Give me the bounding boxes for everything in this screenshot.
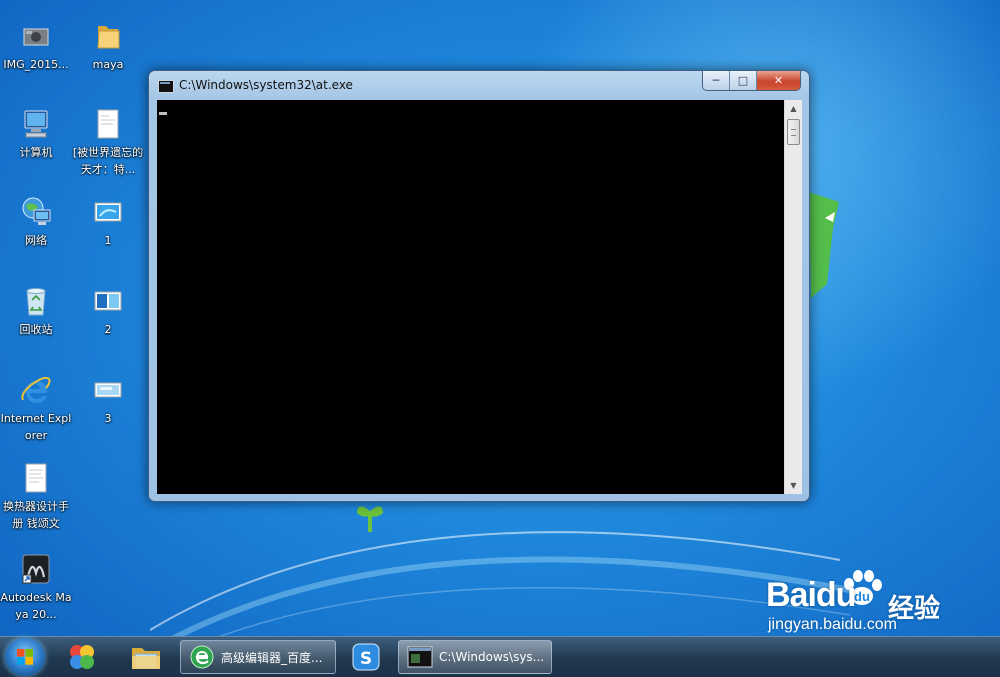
- file-explorer-icon: [132, 648, 160, 669]
- start-button[interactable]: [5, 638, 45, 676]
- window-controls: ─ □ ✕: [702, 71, 801, 91]
- internet-explorer-icon: [20, 374, 52, 406]
- desktop-icon-label: Internet Explorer: [0, 412, 72, 442]
- desktop-icon-heat-exchanger-manual[interactable]: 换热器设计手册 钱颂文: [0, 462, 72, 532]
- desktop-icon-recycle-bin[interactable]: 回收站: [0, 285, 72, 338]
- taskbar-item-console[interactable]: C:\Windows\sys...: [398, 640, 552, 674]
- taskbar-item-browser[interactable]: 高级编辑器_百度...: [180, 640, 336, 674]
- scroll-down-arrow-icon[interactable]: ▼: [785, 477, 802, 494]
- desktop-icon-label: 2: [104, 323, 112, 336]
- image-file-icon: [92, 285, 124, 317]
- wallpaper-green-sprout: [356, 506, 384, 532]
- image-file-icon: [92, 196, 124, 228]
- desktop-icon-label: IMG_2015...: [3, 58, 69, 71]
- window-titlebar[interactable]: C:\Windows\system32\at.exe ─ □ ✕: [149, 71, 809, 100]
- vertical-scrollbar[interactable]: ▲ ▼: [784, 100, 802, 494]
- desktop-icon-label: Autodesk Maya 20...: [0, 591, 72, 621]
- desktop-icon-label: 网络: [25, 234, 47, 247]
- watermark-brand: Baidu: [766, 576, 856, 614]
- desktop-icon-3[interactable]: 3: [72, 374, 144, 427]
- desktop-icon-autodesk-maya[interactable]: Autodesk Maya 20...: [0, 553, 72, 623]
- minimize-button[interactable]: ─: [703, 71, 730, 90]
- desktop-icon-label: [被世界遗忘的天才：特...: [72, 146, 144, 176]
- maya-shortcut-icon: [20, 553, 52, 585]
- console-window[interactable]: C:\Windows\system32\at.exe ─ □ ✕ ▲ ▼: [148, 70, 810, 502]
- desktop-icon-label: 回收站: [19, 323, 53, 336]
- maximize-button[interactable]: □: [730, 71, 757, 90]
- desktop-icon-label: 计算机: [19, 146, 53, 159]
- network-icon: [20, 196, 52, 228]
- baidu-jingyan-watermark: du Baidu 经验 jingyan.baidu.com: [760, 568, 992, 633]
- desktop-icon-label: maya: [92, 58, 124, 71]
- taskbar: 高级编辑器_百度... S C:\Windows\sys...: [0, 636, 1000, 677]
- pinned-app-colorful[interactable]: [56, 639, 108, 675]
- sogou-input-icon: S: [352, 643, 380, 671]
- desktop-icon-label: 换热器设计手册 钱颂文: [3, 500, 69, 530]
- desktop-icon-forgotten-genius-doc[interactable]: [被世界遗忘的天才：特...: [72, 108, 144, 178]
- watermark-url: jingyan.baidu.com: [768, 616, 897, 633]
- colorful-app-icon: [70, 645, 94, 669]
- window-title: C:\Windows\system32\at.exe: [179, 78, 353, 92]
- desktop-icon-img-file[interactable]: IMG_2015...: [0, 20, 72, 73]
- desktop-icon-label: 1: [104, 234, 112, 247]
- document-icon: [92, 108, 124, 140]
- desktop-icon-network[interactable]: 网络: [0, 196, 72, 249]
- desktop-icon-internet-explorer[interactable]: Internet Explorer: [0, 374, 72, 444]
- image-file-icon: [92, 374, 124, 406]
- close-button[interactable]: ✕: [757, 71, 800, 90]
- text-cursor: [159, 112, 167, 115]
- taskbar-item-label: 高级编辑器_百度...: [221, 650, 323, 665]
- recycle-bin-icon: [20, 285, 52, 317]
- pinned-app-explorer[interactable]: [120, 639, 172, 675]
- svg-text:du: du: [854, 589, 870, 604]
- wallpaper-green-flag: [809, 192, 839, 298]
- desktop-icon-label: 3: [104, 412, 112, 425]
- console-taskbar-icon: [407, 645, 433, 669]
- image-file-icon: [20, 20, 52, 52]
- browser-e-icon: [189, 645, 215, 669]
- taskbar-item-label: C:\Windows\sys...: [439, 650, 545, 664]
- scroll-thumb[interactable]: [787, 119, 800, 145]
- folder-icon: [92, 20, 124, 52]
- document-icon: [20, 462, 52, 494]
- pinned-app-sogou[interactable]: S: [340, 639, 392, 675]
- computer-icon: [20, 108, 52, 140]
- console-output-area[interactable]: [157, 100, 784, 494]
- desktop-icon-1[interactable]: 1: [72, 196, 144, 249]
- desktop-icon-maya-folder[interactable]: maya: [72, 20, 144, 73]
- svg-text:S: S: [360, 649, 372, 669]
- desktop-icon-computer[interactable]: 计算机: [0, 108, 72, 161]
- scroll-up-arrow-icon[interactable]: ▲: [785, 100, 802, 117]
- console-app-icon[interactable]: [158, 80, 174, 93]
- desktop-icon-2[interactable]: 2: [72, 285, 144, 338]
